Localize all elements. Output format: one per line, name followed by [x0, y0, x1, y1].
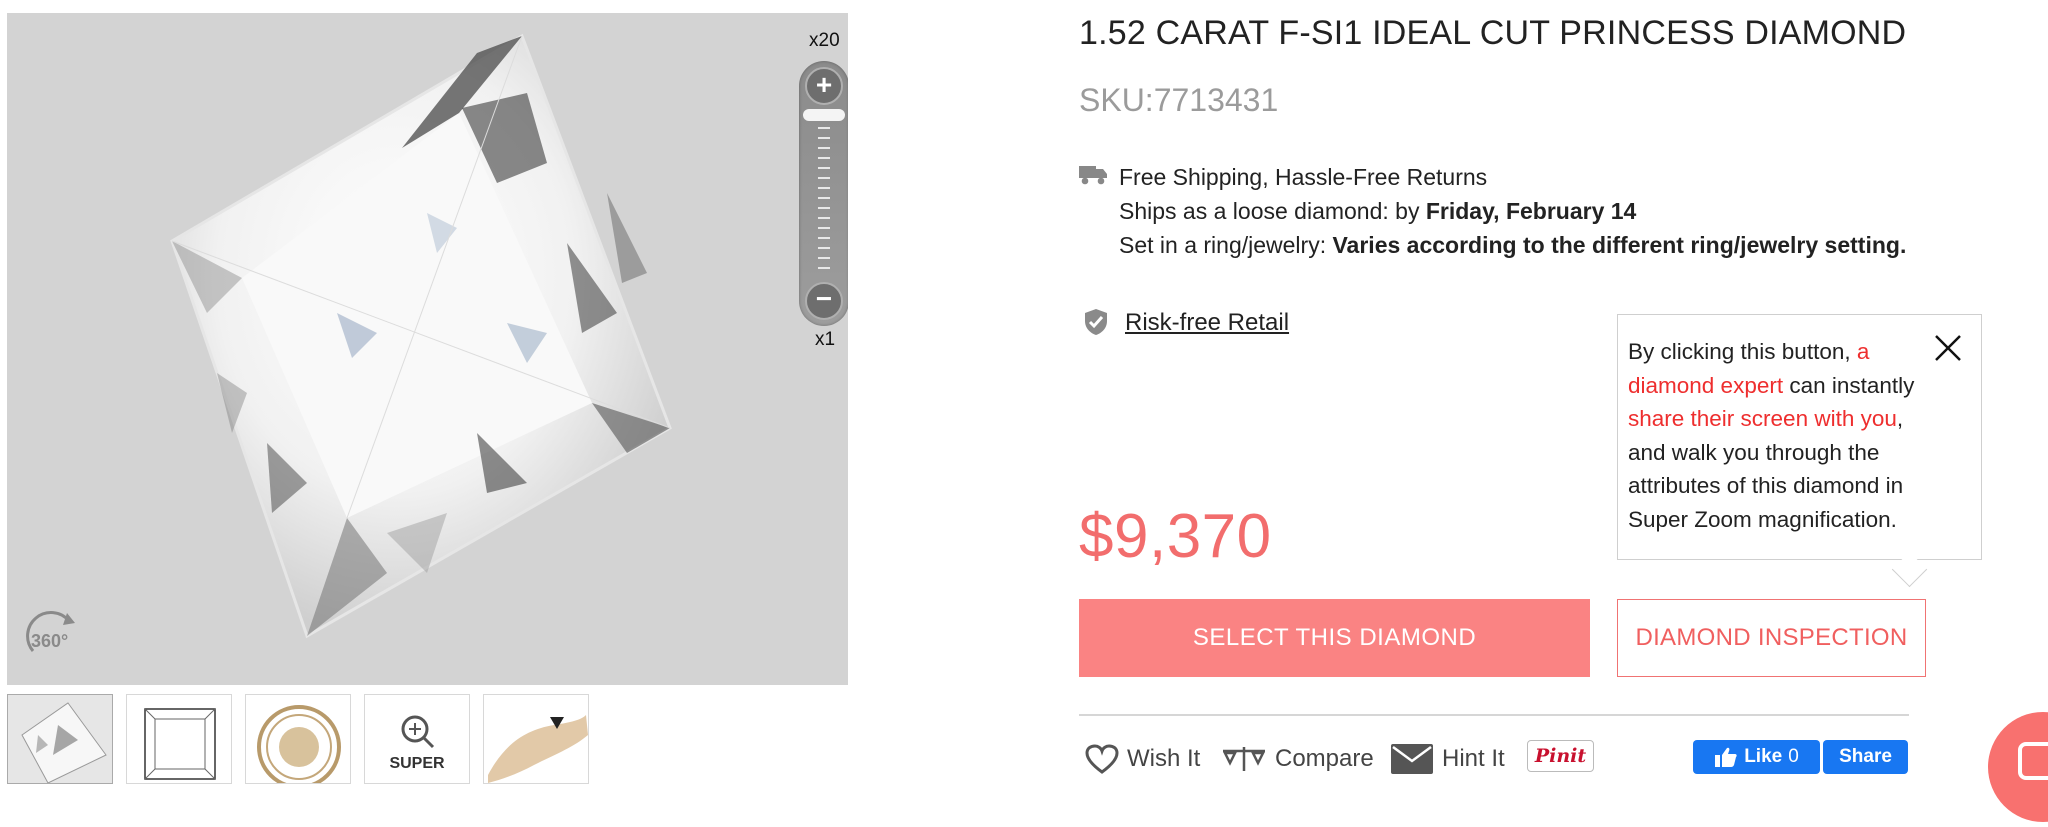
inspection-tooltip: By clicking this button, a diamond exper…	[1617, 314, 1982, 560]
tooltip-text: By clicking this button, a diamond exper…	[1628, 339, 1915, 532]
thumbnail-diamond-photo[interactable]	[7, 694, 113, 784]
compare-label: Compare	[1275, 745, 1374, 772]
diagram-icon	[144, 708, 216, 780]
thumbnail-diagram[interactable]	[126, 694, 232, 784]
truck-icon	[1079, 164, 1107, 191]
chat-button[interactable]	[1988, 712, 2048, 822]
product-price: $9,370	[1079, 502, 1272, 571]
thumbnail-gia-certificate[interactable]	[245, 694, 351, 784]
facebook-like-label: Like	[1744, 746, 1783, 767]
chat-icon	[2018, 742, 2048, 780]
close-icon[interactable]	[1931, 331, 1965, 365]
shield-check-icon	[1083, 308, 1109, 341]
ships-loose-line: Ships as a loose diamond: by Friday, Feb…	[1119, 198, 1637, 224]
facebook-like-button[interactable]: Like 0	[1693, 740, 1820, 774]
wish-it-button[interactable]: Wish It	[1085, 739, 1200, 779]
risk-free-retail-link[interactable]: Risk-free Retail	[1125, 309, 1289, 337]
zoom-in-button[interactable]: +	[805, 67, 843, 105]
set-in-ring-line: Set in a ring/jewelry: Varies according …	[1119, 232, 1907, 258]
diamond-photo-icon	[8, 695, 112, 783]
facebook-like-count: 0	[1788, 746, 1799, 767]
thumbs-up-icon	[1715, 747, 1737, 767]
ship-date: Friday, February 14	[1425, 198, 1637, 224]
wish-it-label: Wish It	[1127, 745, 1201, 772]
thumbnail-super-zoom[interactable]: SUPER	[364, 694, 470, 784]
zoom-slider-handle[interactable]	[803, 109, 845, 121]
heart-icon	[1085, 744, 1119, 774]
compare-button[interactable]: Compare	[1221, 739, 1374, 779]
product-sku: SKU:7713431	[1079, 82, 1279, 118]
gia-seal-icon	[257, 705, 341, 783]
ring-ship-note: Varies according to the different ring/j…	[1332, 232, 1907, 258]
facebook-share-button[interactable]: Share	[1823, 740, 1908, 774]
thumbnail-hand-ring[interactable]	[483, 694, 589, 784]
rotate-360-label: 360°	[31, 631, 68, 651]
shipping-line: Free Shipping, Hassle-Free Returns	[1119, 164, 1488, 190]
zoom-max-label: x20	[809, 30, 840, 51]
diamond-viewer[interactable]: x20 + − x1 360°	[7, 13, 848, 685]
divider	[1079, 714, 1909, 716]
envelope-icon	[1391, 744, 1433, 774]
pinterest-button[interactable]: Pinit	[1527, 740, 1594, 772]
zoom-slider[interactable]: + −	[799, 61, 848, 326]
hint-it-label: Hint It	[1442, 745, 1505, 772]
super-zoom-label: SUPER	[389, 755, 445, 772]
hand-ring-icon	[488, 715, 588, 783]
diamond-inspection-button[interactable]: DIAMOND INSPECTION	[1617, 599, 1926, 677]
diamond-image[interactable]	[7, 13, 848, 685]
select-diamond-button[interactable]: SELECT THIS DIAMOND	[1079, 599, 1590, 677]
hint-it-button[interactable]: Hint It	[1390, 739, 1505, 779]
rotate-360-icon[interactable]: 360°	[21, 607, 85, 667]
compare-icon	[1222, 747, 1266, 771]
zoom-ticks	[818, 127, 830, 275]
zoom-min-label: x1	[815, 329, 836, 350]
product-title: 1.52 CARAT F-SI1 IDEAL CUT PRINCESS DIAM…	[1079, 14, 1907, 52]
zoom-out-button[interactable]: −	[805, 282, 843, 320]
